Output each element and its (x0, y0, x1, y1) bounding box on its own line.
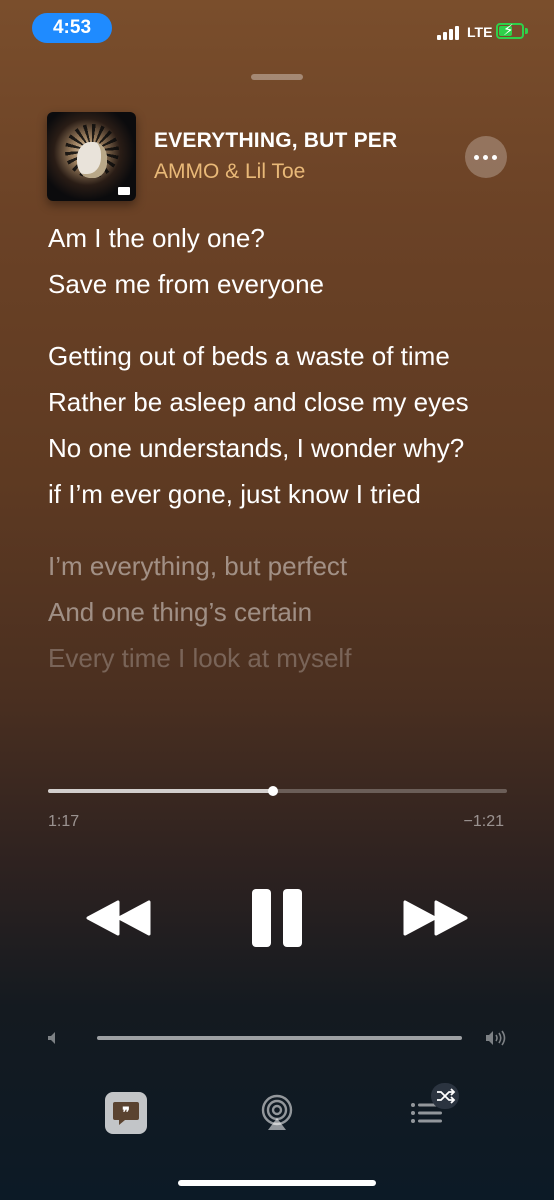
rewind-button[interactable] (86, 900, 152, 936)
speaker-low-icon (48, 1032, 55, 1044)
lyrics-quote-icon: ❞ (113, 1102, 139, 1125)
speaker-high-icon (486, 1030, 506, 1046)
lyric-line-upcoming[interactable]: I’m everything, but perfect (48, 548, 518, 584)
album-art[interactable] (47, 112, 136, 201)
volume-slider[interactable] (97, 1036, 462, 1040)
status-time[interactable]: 4:53 (32, 13, 112, 43)
shuffle-icon (437, 1088, 456, 1104)
lyric-line[interactable]: Rather be asleep and close my eyes (48, 384, 518, 420)
lyric-line[interactable]: if I’m ever gone, just know I tried (48, 476, 518, 512)
ellipsis-icon-dot (492, 155, 497, 160)
lyric-line-upcoming[interactable]: Every time I look at myself (48, 640, 518, 676)
lyric-line[interactable]: Am I the only one? (48, 220, 518, 256)
pause-icon-bar (252, 889, 271, 947)
playback-scrubber[interactable] (48, 786, 507, 796)
ellipsis-icon-dot (474, 155, 479, 160)
lyrics-button[interactable]: ❞ (105, 1092, 147, 1134)
stanza-gap (48, 302, 518, 338)
ellipsis-icon-dot (483, 155, 488, 160)
battery-tip (525, 28, 528, 34)
fast-forward-button[interactable] (402, 900, 468, 936)
svg-text:❞: ❞ (122, 1104, 130, 1120)
lyric-line[interactable]: Save me from everyone (48, 266, 518, 302)
lyrics-panel[interactable]: Am I the only one? Save me from everyone… (48, 220, 518, 780)
status-bar: 4:53 LTE ⚡ (0, 0, 554, 60)
more-button[interactable] (465, 136, 507, 178)
remaining-time: −1:21 (463, 813, 504, 830)
album-art-figure (77, 142, 107, 178)
airplay-button[interactable] (258, 1094, 296, 1132)
playback-progress-fill (48, 789, 273, 793)
rewind-icon (86, 900, 151, 936)
network-type: LTE (467, 24, 493, 40)
playback-scrubber-knob[interactable] (267, 786, 278, 796)
lyric-line[interactable]: Getting out of beds a waste of time (48, 338, 518, 374)
fast-forward-icon (403, 900, 468, 936)
sheet-grabber[interactable] (251, 74, 303, 80)
pause-button[interactable] (252, 889, 302, 947)
lyric-line[interactable]: No one understands, I wonder why? (48, 430, 518, 466)
home-indicator[interactable] (178, 1180, 376, 1186)
stanza-gap (48, 512, 518, 548)
explicit-badge-icon (118, 187, 130, 195)
track-artist[interactable]: AMMO & Lil Toe (154, 160, 305, 184)
volume-level-fill (97, 1036, 462, 1040)
lyric-line-upcoming[interactable]: And one thing’s certain (48, 594, 518, 630)
elapsed-time: 1:17 (48, 813, 80, 830)
track-title: EVERYTHING, BUT PER (154, 129, 398, 152)
cell-signal-icon (437, 26, 461, 40)
pause-icon-bar (283, 889, 302, 947)
airplay-icon (261, 1094, 293, 1130)
shuffle-badge[interactable] (431, 1083, 459, 1109)
charging-bolt-icon: ⚡ (503, 22, 514, 39)
